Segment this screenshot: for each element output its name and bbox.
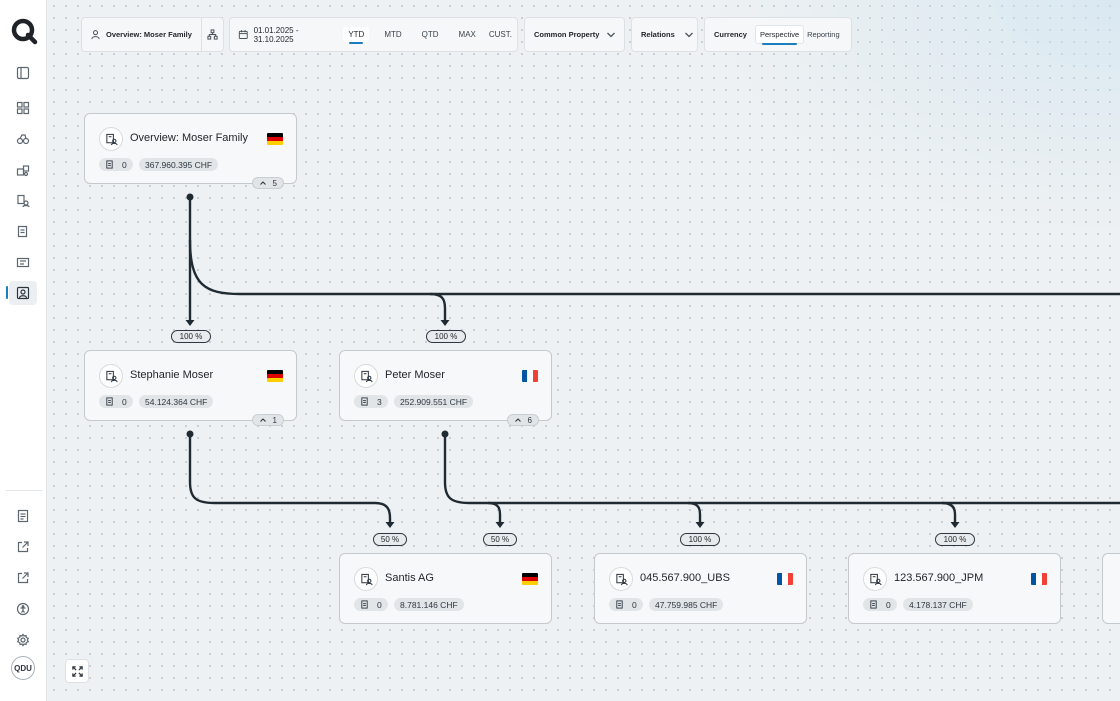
node-title: Overview: Moser Family	[130, 132, 248, 144]
documents-count-badge[interactable]: 0	[99, 158, 133, 171]
date-period-selector: 01.01.2025 - 31.10.2025 YTD MTD QTD MAX …	[229, 17, 518, 52]
relations-dropdown[interactable]: Relations	[631, 17, 698, 52]
collapse-toggle[interactable]: 5	[251, 177, 284, 189]
edge-root-branch	[188, 239, 1120, 296]
children-count: 6	[527, 415, 532, 425]
documents-count-badge[interactable]: 0	[863, 598, 897, 611]
node-peter-moser[interactable]: Peter Moser 3 252.909.551 CHF 6	[339, 350, 552, 426]
flag-germany-icon	[267, 370, 283, 382]
common-property-label: Common Property	[534, 30, 600, 39]
period-ytd[interactable]: YTD	[343, 27, 370, 44]
documents-count-badge[interactable]: 0	[99, 395, 133, 408]
documents-count: 3	[377, 396, 382, 407]
edge-root-peter	[429, 292, 447, 322]
documents-count: 0	[377, 599, 382, 610]
calendar-icon[interactable]	[238, 29, 249, 40]
ownership-percent-label: 100 %	[680, 533, 720, 546]
flag-germany-icon	[267, 133, 283, 145]
fit-view-button[interactable]	[65, 659, 89, 683]
documents-count-badge[interactable]: 0	[354, 598, 388, 611]
edge-peter-ubs	[687, 501, 702, 524]
expand-icon	[71, 665, 83, 677]
date-range[interactable]: 01.01.2025 - 31.10.2025	[254, 26, 338, 44]
node-offscreen-partial[interactable]	[1102, 553, 1120, 624]
node-jpm-account[interactable]: 123.567.900_JPM 0 4.178.137 CHF	[848, 553, 1061, 624]
node-amount: 367.960.395 CHF	[139, 158, 219, 171]
entity-icon	[354, 364, 378, 388]
node-title: Peter Moser	[385, 369, 445, 381]
ownership-percent-label: 100 %	[426, 330, 466, 343]
currency-perspective[interactable]: Perspective	[754, 25, 805, 45]
currency-label: Currency	[714, 30, 747, 39]
documents-count: 0	[632, 599, 637, 610]
edge-peter-branch	[443, 434, 1120, 505]
documents-count: 0	[122, 396, 127, 407]
node-stephanie-moser[interactable]: Stephanie Moser 0 54.124.364 CHF 1	[84, 350, 297, 426]
currency-toggle: Currency Perspective Reporting	[704, 17, 852, 52]
period-mtd[interactable]: MTD	[379, 27, 406, 42]
flag-germany-icon	[522, 573, 538, 585]
node-root[interactable]: Overview: Moser Family 0 367.960.395 CHF…	[84, 113, 297, 189]
node-amount: 8.781.146 CHF	[394, 598, 464, 611]
node-amount: 4.178.137 CHF	[903, 598, 973, 611]
documents-count: 0	[122, 159, 127, 170]
ownership-percent-label: 50 %	[373, 533, 407, 546]
children-count: 1	[272, 415, 277, 425]
flag-france-icon	[777, 573, 793, 585]
period-custom[interactable]: CUST.	[484, 27, 517, 42]
relations-label: Relations	[641, 30, 675, 39]
node-amount: 54.124.364 CHF	[139, 395, 214, 408]
ownership-percent-label: 100 %	[935, 533, 975, 546]
node-title: Stephanie Moser	[130, 369, 214, 381]
node-title: 045.567.900_UBS	[640, 572, 730, 584]
entity-label: Overview: Moser Family	[106, 30, 192, 39]
edge-peter-santis	[487, 501, 502, 524]
node-title: 123.567.900_JPM	[894, 572, 984, 584]
ownership-percent-label: 100 %	[171, 330, 211, 343]
entity-icon	[99, 364, 123, 388]
documents-count: 0	[886, 599, 891, 610]
currency-reporting[interactable]: Reporting	[804, 26, 843, 43]
toolbar-divider	[201, 18, 202, 51]
entity-icon	[863, 567, 887, 591]
node-amount: 252.909.551 CHF	[394, 395, 474, 408]
entity-icon	[354, 567, 378, 591]
entity-icon	[99, 127, 123, 151]
edge-stephanie-santis	[188, 434, 392, 524]
node-title: Santis AG	[385, 572, 434, 584]
flag-france-icon	[522, 370, 538, 382]
chevron-down-icon	[684, 32, 693, 38]
chevron-down-icon	[607, 32, 616, 38]
org-chart-icon[interactable]	[207, 29, 218, 40]
node-santis-ag[interactable]: Santis AG 0 8.781.146 CHF	[339, 553, 552, 624]
documents-count-badge[interactable]: 3	[354, 395, 388, 408]
flag-france-icon	[1031, 573, 1047, 585]
node-amount: 47.759.985 CHF	[649, 598, 724, 611]
edge-peter-jpm	[941, 501, 957, 524]
common-property-dropdown[interactable]: Common Property	[524, 17, 625, 52]
entity-icon	[609, 567, 633, 591]
collapse-toggle[interactable]: 6	[506, 414, 539, 426]
documents-count-badge[interactable]: 0	[609, 598, 643, 611]
children-count: 5	[272, 178, 277, 188]
period-qtd[interactable]: QTD	[417, 27, 444, 42]
entity-selector[interactable]: Overview: Moser Family	[81, 17, 224, 52]
node-ubs-account[interactable]: 045.567.900_UBS 0 47.759.985 CHF	[594, 553, 807, 624]
collapse-toggle[interactable]: 1	[251, 414, 284, 426]
period-max[interactable]: MAX	[454, 27, 481, 42]
ownership-percent-label: 50 %	[483, 533, 517, 546]
user-icon	[91, 30, 100, 40]
